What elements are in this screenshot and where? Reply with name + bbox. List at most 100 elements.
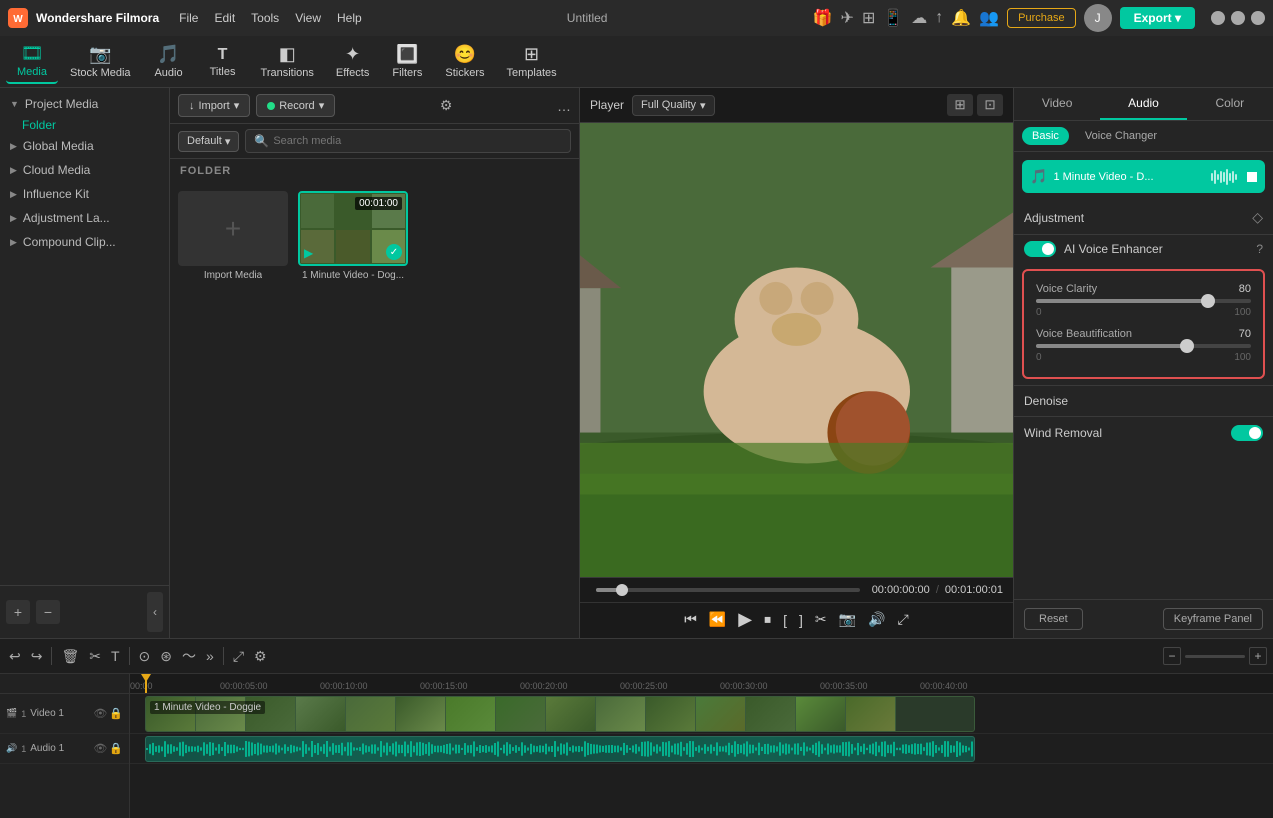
remove-folder-button[interactable]: − [36,600,60,624]
settings-button[interactable]: ⚙ [251,645,270,668]
menu-edit[interactable]: Edit [214,11,235,25]
help-icon[interactable]: ? [1256,242,1263,256]
avatar[interactable]: J [1084,4,1112,32]
sidebar-item-influence-kit[interactable]: ▶ Influence Kit [0,182,169,206]
ai-voice-enhancer-toggle[interactable] [1024,241,1056,257]
tab-color[interactable]: Color [1187,88,1273,120]
sidebar-item-folder[interactable]: Folder [0,116,169,134]
sidebar-item-global-media[interactable]: ▶ Global Media [0,134,169,158]
voice-clarity-thumb[interactable] [1201,294,1215,308]
toolbar-filters[interactable]: 🔳 Filters [381,40,433,83]
menu-file[interactable]: File [179,11,198,25]
text-button[interactable]: T [108,645,123,667]
search-input[interactable] [273,135,562,147]
gift-icon[interactable]: 🎁 [813,8,833,28]
zoom-slider[interactable] [1185,655,1245,658]
crop-button[interactable]: ✂ [86,645,104,668]
fit-button[interactable]: ⤢ [230,645,247,668]
fullscreen-button[interactable]: ⤢ [896,609,911,630]
toolbar-titles[interactable]: T Titles [197,42,249,82]
filmstrip[interactable]: 1 Minute Video - Doggie [145,696,975,732]
playhead[interactable] [145,674,147,693]
eye-icon[interactable]: 👁 [93,707,107,720]
step-back-button[interactable]: ⏪ [707,609,728,630]
ripple-button[interactable]: ⊛ [157,645,175,668]
toolbar-effects[interactable]: ✦ Effects [326,40,379,83]
purchase-button[interactable]: Purchase [1007,8,1075,28]
add-folder-button[interactable]: + [6,600,30,624]
toolbar-stock-media[interactable]: 📷 Stock Media [60,40,141,83]
sidebar-item-project-media[interactable]: ▼ Project Media [0,92,169,116]
audio-lock-icon[interactable]: 🔒 [109,742,123,755]
close-button[interactable] [1251,11,1265,25]
people-icon[interactable]: 👥 [979,8,999,28]
prev-frame-button[interactable]: ⏮ [682,609,699,630]
more-icon[interactable]: … [557,98,571,114]
toolbar-transitions[interactable]: ◧ Transitions [251,40,324,83]
sub-tab-voice-changer[interactable]: Voice Changer [1075,127,1167,145]
reset-button[interactable]: Reset [1024,608,1083,630]
snap-button[interactable]: ⊙ [136,645,154,668]
audio-waveform-clip[interactable] [145,736,975,762]
lock-icon[interactable]: 🔒 [109,707,123,720]
toolbar-templates[interactable]: ⊞ Templates [496,40,566,83]
toolbar-media[interactable]: 🎞 Media [6,39,58,84]
record-button[interactable]: Record ▾ [256,94,335,117]
split-button[interactable]: ✂ [813,609,829,630]
upload-icon[interactable]: ↑ [935,9,943,27]
mark-out-button[interactable]: ] [797,610,805,630]
wind-removal-toggle[interactable] [1231,425,1263,441]
toolbar-stickers[interactable]: 😊 Stickers [435,40,494,83]
zoom-out-button[interactable]: − [1163,647,1181,665]
voice-beautification-slider[interactable] [1036,344,1251,348]
delete-button[interactable]: 🗑 [58,645,82,668]
export-button[interactable]: Export ▾ [1120,7,1195,29]
menu-view[interactable]: View [295,11,321,25]
undo-button[interactable]: ↩ [6,645,24,668]
toolbar-audio[interactable]: 🎵 Audio [143,40,195,83]
sub-tab-basic[interactable]: Basic [1022,127,1069,145]
search-box[interactable]: 🔍 [245,129,571,153]
more-tools-button[interactable]: » [203,645,217,667]
effects-icon[interactable]: ⊞ [862,8,875,28]
adjustment-expand-icon[interactable]: ◇ [1252,209,1263,226]
audio-waveform-button[interactable]: 〜 [179,643,199,669]
zoom-in-button[interactable]: + [1249,647,1267,665]
play-button[interactable]: ▶ [736,607,754,632]
sidebar-item-compound-clip[interactable]: ▶ Compound Clip... [0,230,169,254]
grid-view-button[interactable]: ⊞ [947,94,973,116]
voice-clarity-slider[interactable] [1036,299,1251,303]
voice-clarity-value: 80 [1239,283,1251,295]
menu-help[interactable]: Help [337,11,362,25]
media-item-video1[interactable]: 00:01:00 ▶ ✓ 1 Minute Video - Dog... [298,191,408,630]
menu-tools[interactable]: Tools [251,11,279,25]
media-item-import[interactable]: + Import Media [178,191,288,630]
import-thumb[interactable]: + [178,191,288,266]
mark-in-button[interactable]: [ [781,610,789,630]
notification-icon[interactable]: 🔔 [951,8,971,28]
tab-video[interactable]: Video [1014,88,1100,120]
redo-button[interactable]: ↪ [28,645,46,668]
filter-icon[interactable]: ⚙ [440,97,453,114]
audio-eye-icon[interactable]: 👁 [93,742,107,755]
video-thumb[interactable]: 00:01:00 ▶ ✓ [298,191,408,266]
import-button[interactable]: ↓ Import ▾ [178,94,250,117]
mobile-icon[interactable]: 📱 [883,8,903,28]
stop-button[interactable]: ⏹ [762,609,773,630]
sidebar-item-adjustment[interactable]: ▶ Adjustment La... [0,206,169,230]
share-icon[interactable]: ✈ [841,8,854,28]
voice-beautification-thumb[interactable] [1180,339,1194,353]
maximize-button[interactable] [1231,11,1245,25]
minimize-button[interactable] [1211,11,1225,25]
full-view-button[interactable]: ⊡ [977,94,1003,116]
cloud-icon[interactable]: ☁ [911,8,927,28]
preview-timeline-bar[interactable] [596,588,860,592]
collapse-panel-button[interactable]: ‹ [147,592,163,632]
quality-select[interactable]: Full Quality ▾ [632,95,715,116]
keyframe-panel-button[interactable]: Keyframe Panel [1163,608,1263,630]
sidebar-item-cloud-media[interactable]: ▶ Cloud Media [0,158,169,182]
default-button[interactable]: Default ▾ [178,131,239,152]
tab-audio[interactable]: Audio [1100,88,1186,120]
snapshot-button[interactable]: 📷 [837,609,858,630]
volume-button[interactable]: 🔊 [866,609,887,630]
